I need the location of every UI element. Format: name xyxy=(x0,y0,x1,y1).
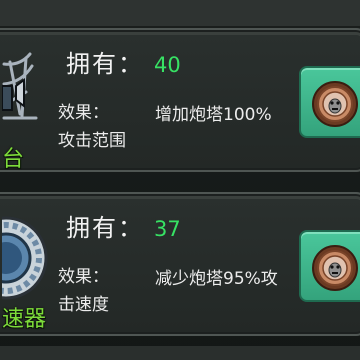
owned-label: 拥有： xyxy=(66,214,144,242)
coin-icon xyxy=(312,81,358,127)
accelerator-gear-icon xyxy=(2,208,48,308)
coin-icon xyxy=(312,245,358,291)
buy-button[interactable] xyxy=(299,66,360,138)
item-card-range: 台 拥有： 40 效果： 增加炮塔100%攻击范围 xyxy=(0,28,360,172)
radar-turret-icon xyxy=(2,44,48,144)
owned-count: 37 xyxy=(154,217,181,241)
buy-button[interactable] xyxy=(299,230,360,302)
effect-description: 增加炮塔100%攻击范围 xyxy=(58,105,272,151)
owned-label: 拥有： xyxy=(66,50,144,78)
owned-count: 40 xyxy=(154,53,181,77)
shop-screen: 台 拥有： 40 效果： 增加炮塔100%攻击范围 速器 拥有： 37 效果： … xyxy=(0,0,360,360)
item-card-speed: 速器 拥有： 37 效果： 减少炮塔95%攻击速度 xyxy=(0,192,360,336)
top-panel-edge xyxy=(0,0,360,26)
next-card-edge xyxy=(0,346,360,360)
item-name: 台 xyxy=(2,147,25,172)
item-name: 速器 xyxy=(2,307,47,332)
effect-description: 减少炮塔95%攻击速度 xyxy=(58,269,278,315)
